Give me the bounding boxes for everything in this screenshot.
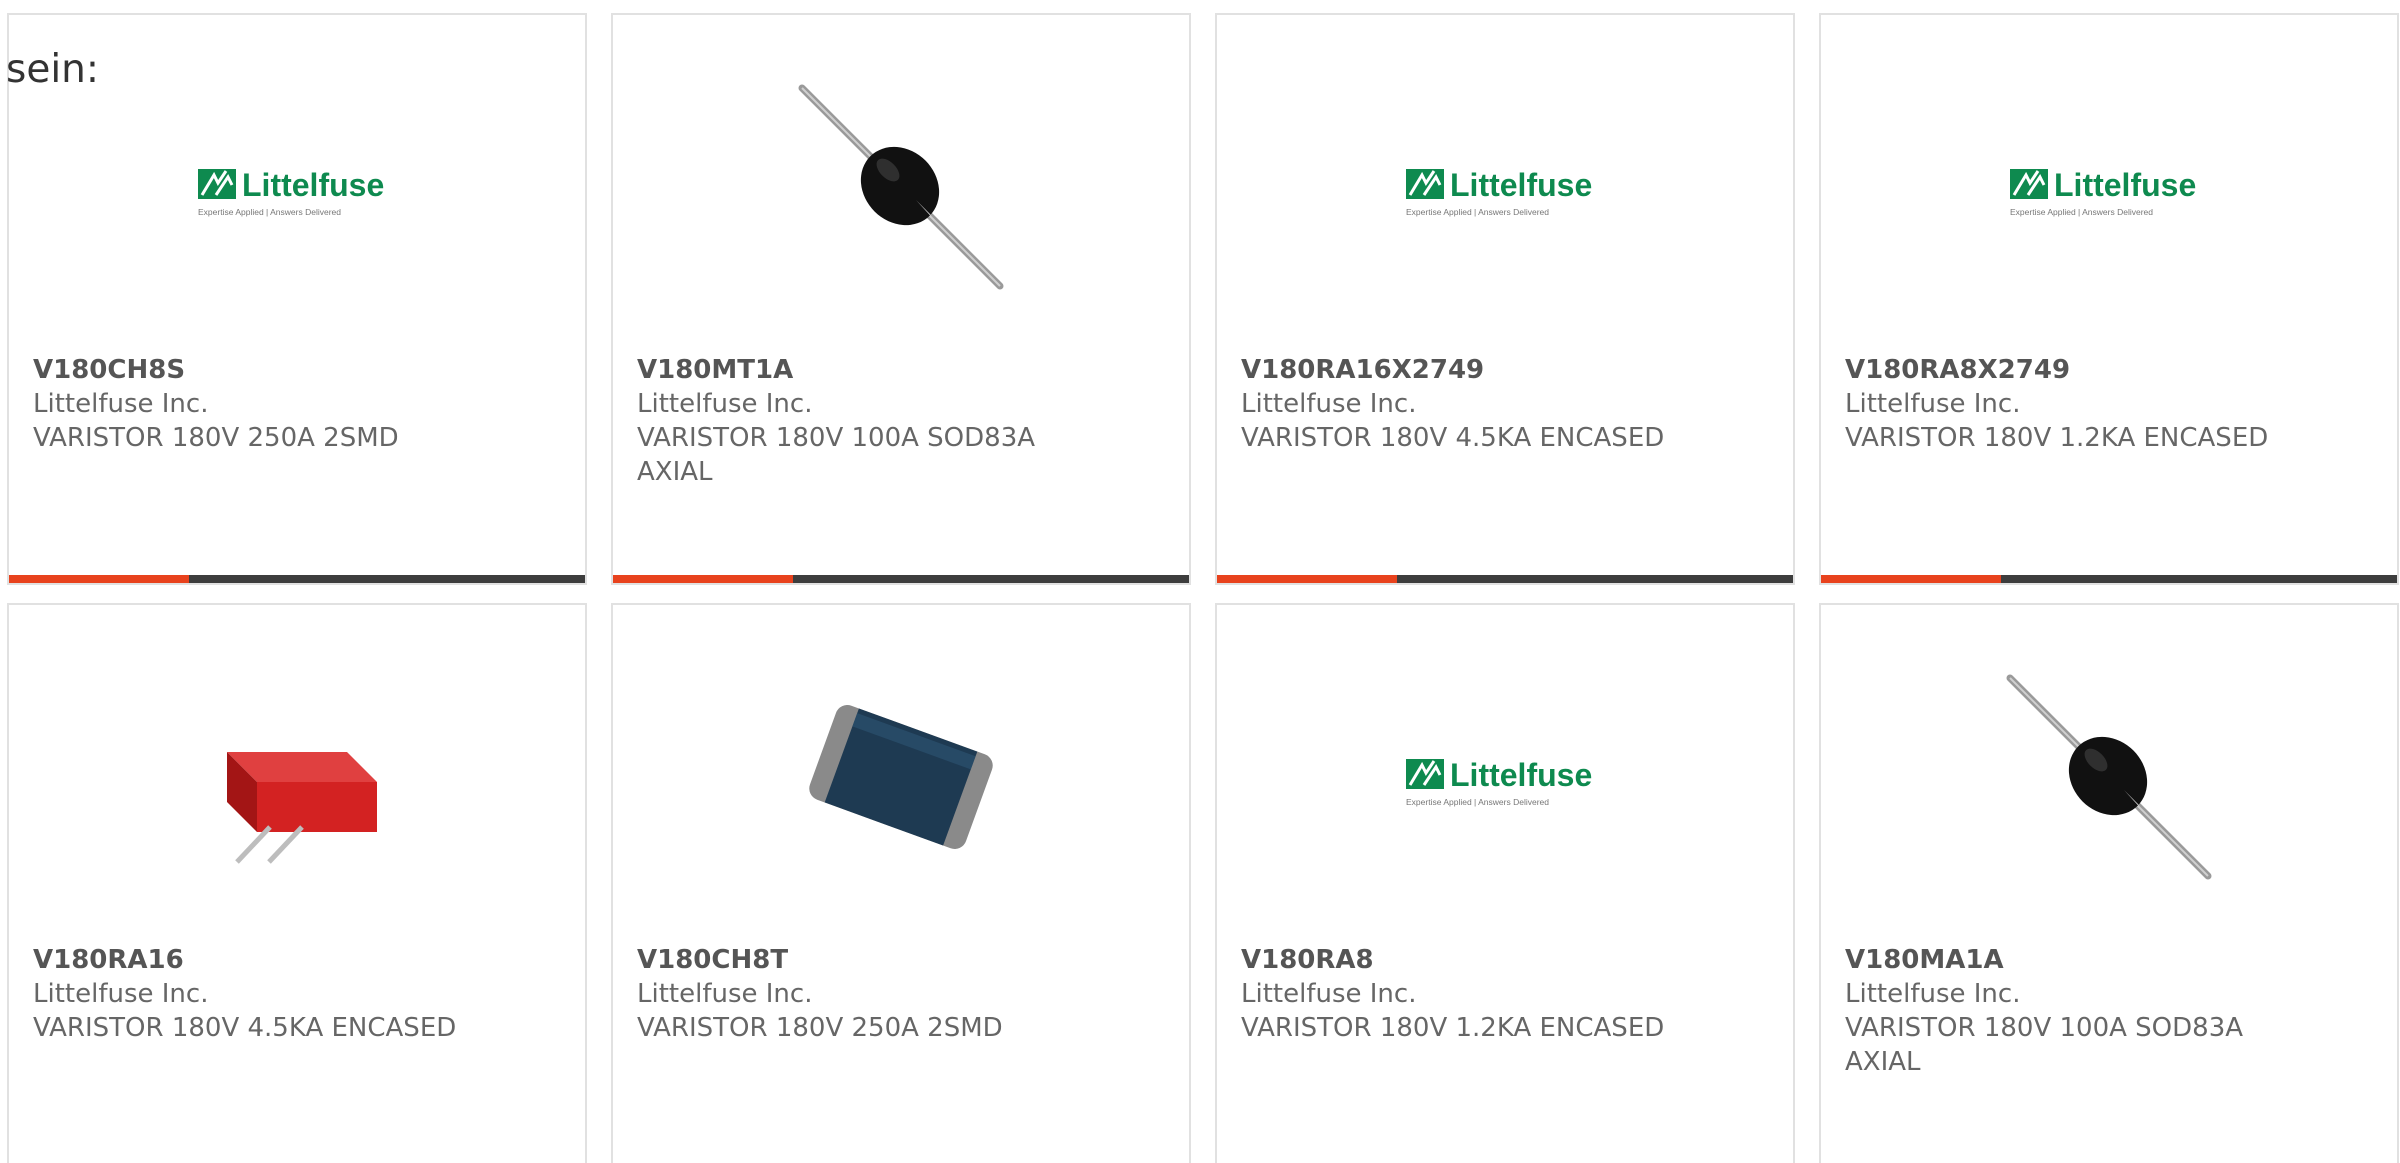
product-info: V180RA16X2749 Littelfuse Inc. VARISTOR 1… (1241, 353, 1769, 455)
part-number-link[interactable]: V180RA16X2749 (1241, 353, 1769, 387)
card-accent-highlight (1217, 575, 1397, 583)
page: sein: Littelfuse Expertise Applied | Answ… (0, 0, 2400, 1163)
svg-text:Expertise Applied | Answers De: Expertise Applied | Answers Delivered (198, 207, 341, 217)
product-info: V180MT1A Littelfuse Inc. VARISTOR 180V 1… (637, 353, 1165, 489)
product-image-littelfuse-logo[interactable]: Littelfuse Expertise Applied | Answers De… (1400, 82, 1610, 292)
product-image-axial-varistor[interactable] (796, 82, 1006, 292)
product-image-smd-chip-varistor[interactable] (796, 672, 1006, 882)
card-accent-highlight (613, 575, 793, 583)
part-number-link[interactable]: V180RA8 (1241, 943, 1769, 977)
card-accent-bar (1217, 575, 1793, 583)
svg-text:Littelfuse: Littelfuse (2054, 167, 2196, 203)
product-card[interactable]: V180MA1A Littelfuse Inc. VARISTOR 180V 1… (1819, 603, 2399, 1163)
product-description: VARISTOR 180V 1.2KA ENCASED (1241, 1013, 1665, 1043)
card-accent-highlight (1821, 575, 2001, 583)
product-card[interactable]: Littelfuse Expertise Applied | Answers De… (1215, 13, 1795, 585)
product-description: VARISTOR 180V 100A SOD83A AXIAL (1845, 1013, 2244, 1077)
product-card[interactable]: Littelfuse Expertise Applied | Answers De… (1215, 603, 1795, 1163)
manufacturer-name: Littelfuse Inc. (1845, 979, 2021, 1009)
product-info: V180RA8 Littelfuse Inc. VARISTOR 180V 1.… (1241, 943, 1769, 1045)
littelfuse-logo-icon: Littelfuse Expertise Applied | Answers De… (1406, 167, 1592, 217)
product-image-littelfuse-logo[interactable]: Littelfuse Expertise Applied | Answers De… (192, 82, 402, 292)
product-info: V180CH8S Littelfuse Inc. VARISTOR 180V 2… (33, 353, 561, 455)
svg-text:Littelfuse: Littelfuse (242, 167, 384, 203)
product-info: V180CH8T Littelfuse Inc. VARISTOR 180V 2… (637, 943, 1165, 1045)
svg-text:Expertise Applied | Answers De: Expertise Applied | Answers Delivered (2010, 207, 2153, 217)
product-info: V180RA8X2749 Littelfuse Inc. VARISTOR 18… (1845, 353, 2373, 455)
card-accent-bar (1821, 575, 2397, 583)
product-description: VARISTOR 180V 1.2KA ENCASED (1845, 423, 2269, 453)
manufacturer-name: Littelfuse Inc. (1241, 979, 1417, 1009)
littelfuse-logo-icon: Littelfuse Expertise Applied | Answers De… (198, 167, 384, 217)
card-accent-bar (9, 575, 585, 583)
product-card[interactable]: V180MT1A Littelfuse Inc. VARISTOR 180V 1… (611, 13, 1191, 585)
red-varistor-icon (227, 752, 377, 864)
card-accent-bar (613, 575, 1189, 583)
product-info: V180MA1A Littelfuse Inc. VARISTOR 180V 1… (1845, 943, 2373, 1079)
manufacturer-name: Littelfuse Inc. (1241, 389, 1417, 419)
product-description: VARISTOR 180V 4.5KA ENCASED (33, 1013, 457, 1043)
product-card[interactable]: Littelfuse Expertise Applied | Answers De… (1819, 13, 2399, 585)
manufacturer-name: Littelfuse Inc. (33, 389, 209, 419)
part-number-link[interactable]: V180RA16 (33, 943, 561, 977)
smd-chip-icon (809, 705, 993, 849)
littelfuse-logo-icon: Littelfuse Expertise Applied | Answers De… (1406, 757, 1592, 807)
product-card[interactable]: V180CH8T Littelfuse Inc. VARISTOR 180V 2… (611, 603, 1191, 1163)
product-description: VARISTOR 180V 250A 2SMD (33, 423, 399, 453)
product-image-red-encased-varistor[interactable] (192, 672, 402, 882)
svg-text:Expertise Applied | Answers De: Expertise Applied | Answers Delivered (1406, 797, 1549, 807)
product-image-littelfuse-logo[interactable]: Littelfuse Expertise Applied | Answers De… (1400, 672, 1610, 882)
part-number-link[interactable]: V180CH8T (637, 943, 1165, 977)
svg-text:Expertise Applied | Answers De: Expertise Applied | Answers Delivered (1406, 207, 1549, 217)
product-description: VARISTOR 180V 4.5KA ENCASED (1241, 423, 1665, 453)
product-grid: Littelfuse Expertise Applied | Answers De… (7, 13, 2399, 1163)
part-number-link[interactable]: V180MA1A (1845, 943, 2373, 977)
axial-varistor-icon (798, 84, 1004, 290)
part-number-link[interactable]: V180MT1A (637, 353, 1165, 387)
svg-text:Littelfuse: Littelfuse (1450, 167, 1592, 203)
svg-text:Littelfuse: Littelfuse (1450, 757, 1592, 793)
product-description: VARISTOR 180V 250A 2SMD (637, 1013, 1003, 1043)
part-number-link[interactable]: V180RA8X2749 (1845, 353, 2373, 387)
product-image-axial-varistor[interactable] (2004, 672, 2214, 882)
manufacturer-name: Littelfuse Inc. (637, 389, 813, 419)
littelfuse-logo-icon: Littelfuse Expertise Applied | Answers De… (2010, 167, 2196, 217)
product-info: V180RA16 Littelfuse Inc. VARISTOR 180V 4… (33, 943, 561, 1045)
product-description: VARISTOR 180V 100A SOD83A AXIAL (637, 423, 1036, 487)
axial-varistor-icon (2006, 674, 2212, 880)
card-accent-highlight (9, 575, 189, 583)
manufacturer-name: Littelfuse Inc. (1845, 389, 2021, 419)
part-number-link[interactable]: V180CH8S (33, 353, 561, 387)
product-card[interactable]: V180RA16 Littelfuse Inc. VARISTOR 180V 4… (7, 603, 587, 1163)
product-image-littelfuse-logo[interactable]: Littelfuse Expertise Applied | Answers De… (2004, 82, 2214, 292)
manufacturer-name: Littelfuse Inc. (637, 979, 813, 1009)
manufacturer-name: Littelfuse Inc. (33, 979, 209, 1009)
intro-text: sein: (6, 47, 100, 92)
